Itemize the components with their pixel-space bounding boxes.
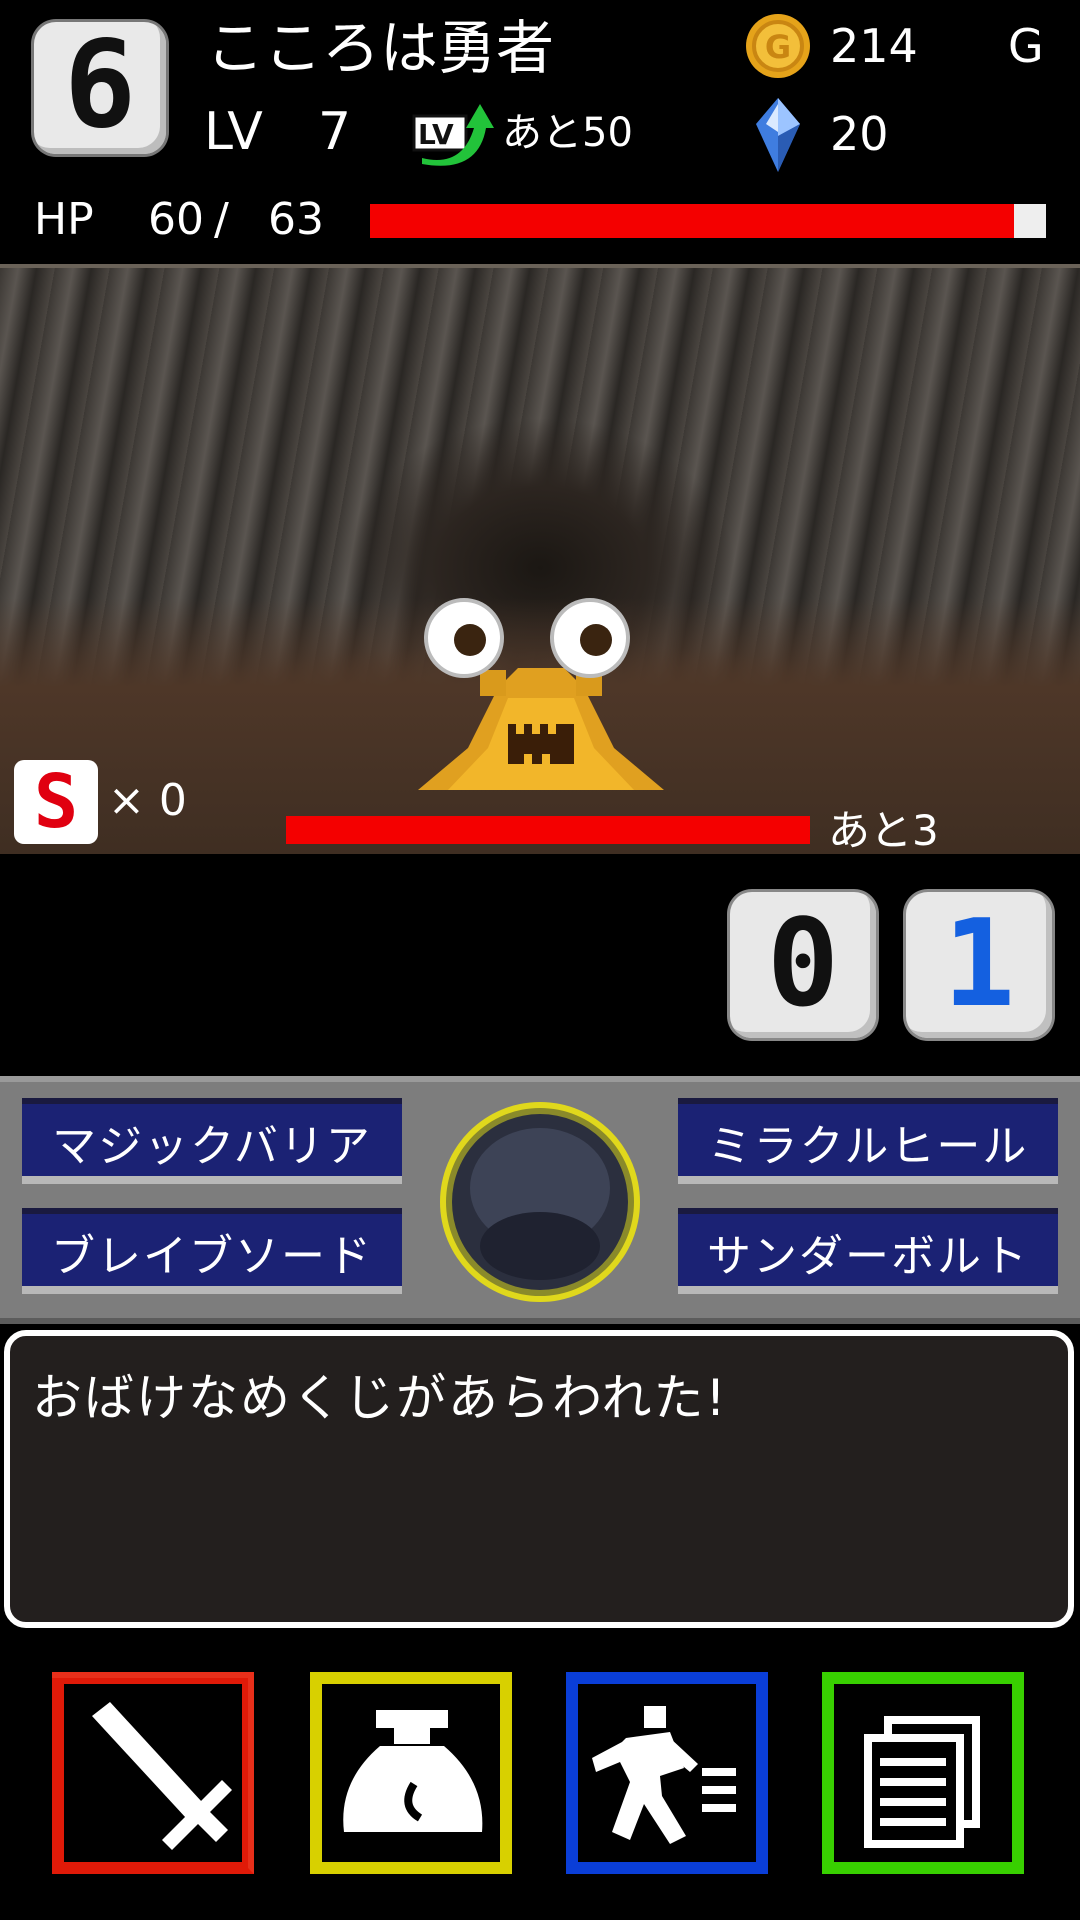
bag-icon [310, 1672, 512, 1874]
skill-magic-barrier-button[interactable]: マジックバリア [22, 1098, 402, 1184]
level-up-icon: LV [412, 104, 494, 166]
hp-separator: / [214, 194, 229, 245]
run-icon [566, 1672, 768, 1874]
hp-label: HP [34, 194, 94, 245]
exp-remaining: あと50 [502, 110, 633, 156]
hp-max: 63 [268, 194, 324, 245]
hero-name: こころは勇者 [206, 14, 555, 82]
gem-value: 20 [830, 107, 889, 161]
counter-digit-ones: 1 [942, 895, 1016, 1034]
attack-button[interactable] [52, 1672, 254, 1874]
counter-tile-ones: 1 [906, 892, 1052, 1038]
special-badge-letter: S [33, 759, 79, 845]
skill-thunderbolt-button[interactable]: サンダーボルト [678, 1208, 1058, 1294]
floor-badge: 6 [34, 22, 166, 154]
counter-digit-tens: 0 [766, 895, 840, 1034]
floor-number: 6 [63, 16, 137, 155]
svg-text:G: G [765, 28, 791, 66]
svg-text:LV: LV [418, 118, 454, 151]
special-count: × 0 [108, 775, 187, 826]
enemy-hp-bar [286, 816, 810, 844]
message-box: おばけなめくじがあらわれた! [4, 1330, 1074, 1628]
hp-bar [370, 204, 1046, 238]
message-text: おばけなめくじがあらわれた! [32, 1369, 728, 1427]
special-badge: S [14, 760, 98, 844]
document-icon [822, 1672, 1024, 1874]
ghost-slug-enemy[interactable] [408, 598, 674, 798]
battle-scene: S × 0 あと3 [0, 268, 1080, 854]
log-button[interactable] [822, 1672, 1024, 1874]
level-value: 7 [318, 102, 352, 162]
skill-brave-sword-button[interactable]: ブレイブソード [22, 1208, 402, 1294]
crystal-gem-icon [756, 98, 800, 172]
hp-bar-fill [370, 204, 1015, 238]
skill-orb-button[interactable] [434, 1096, 646, 1308]
hp-current: 60 [148, 194, 204, 245]
escape-button[interactable] [566, 1672, 768, 1874]
enemy-remaining-count: あと3 [828, 806, 939, 854]
gold-coin-icon: G [746, 14, 810, 78]
counter-tile-tens: 0 [730, 892, 876, 1038]
gold-unit: G [1008, 19, 1044, 73]
skill-miracle-heal-button[interactable]: ミラクルヒール [678, 1098, 1058, 1184]
item-bag-button[interactable] [310, 1672, 512, 1874]
level-label: LV [204, 102, 263, 162]
sword-icon [52, 1672, 254, 1874]
gold-value: 214 [830, 19, 918, 73]
